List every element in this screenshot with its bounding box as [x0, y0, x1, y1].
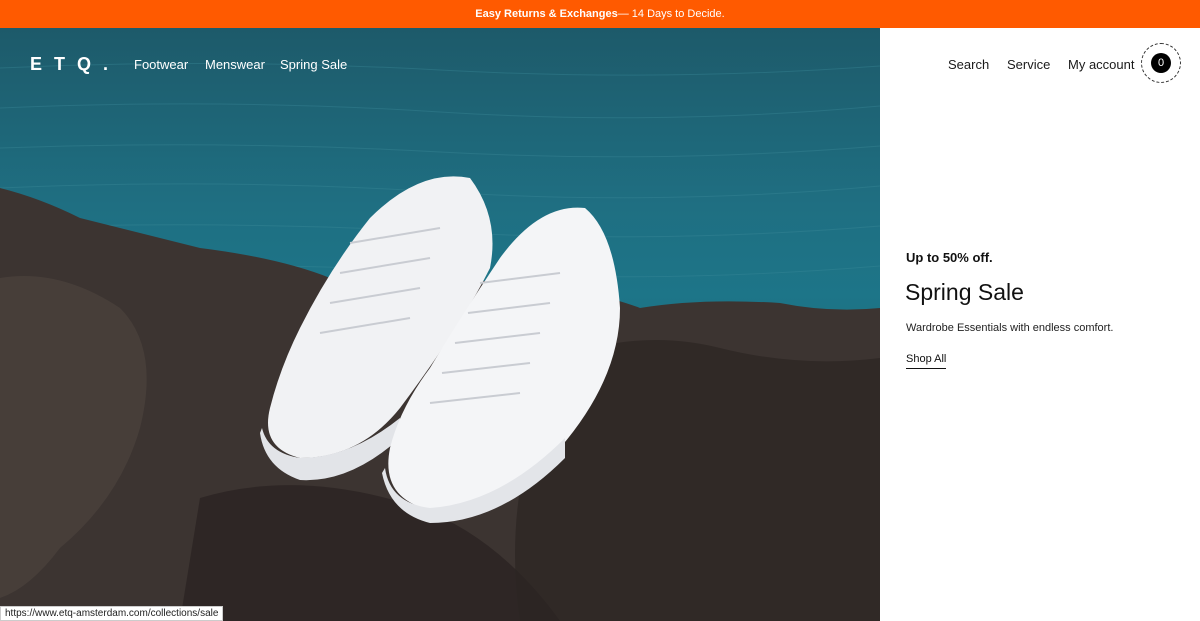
hero-illustration: [0, 62, 880, 621]
promo-bar: Easy Returns & Exchanges — 14 Days to De…: [0, 0, 1200, 28]
my-account-link[interactable]: My account: [1068, 57, 1134, 72]
sale-description: Wardrobe Essentials with endless comfort…: [906, 322, 1114, 334]
etq-logo[interactable]: ETQ.: [30, 54, 120, 75]
status-bar-url: https://www.etq-amsterdam.com/collection…: [0, 606, 224, 621]
nav-menswear[interactable]: Menswear: [205, 57, 265, 72]
service-link[interactable]: Service: [1007, 57, 1050, 72]
cart-count-badge: 0: [1151, 53, 1171, 73]
sale-eyebrow: Up to 50% off.: [906, 250, 993, 265]
hero-image: [0, 28, 880, 621]
sale-title: Spring Sale: [905, 279, 1024, 305]
shop-all-link[interactable]: Shop All: [906, 353, 947, 369]
nav-spring-sale[interactable]: Spring Sale: [280, 57, 347, 72]
cart-button[interactable]: 0: [1141, 43, 1181, 83]
promo-bold: Easy Returns & Exchanges: [475, 8, 618, 20]
search-link[interactable]: Search: [948, 57, 989, 72]
promo-rest: — 14 Days to Decide.: [617, 8, 725, 20]
nav-footwear[interactable]: Footwear: [134, 57, 188, 72]
